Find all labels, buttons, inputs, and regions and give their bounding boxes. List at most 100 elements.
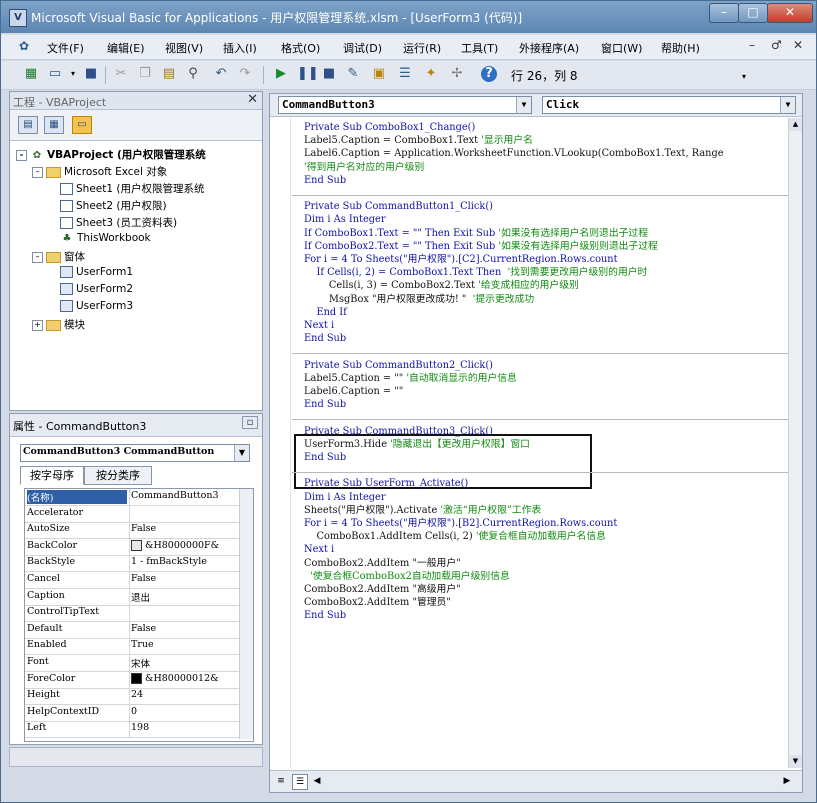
object-selector[interactable]: CommandButton3 CommandButton ▼	[20, 444, 250, 462]
procedure-view-icon[interactable]: ≡	[274, 774, 288, 788]
collapse-icon[interactable]: –	[32, 166, 43, 178]
property-row[interactable]: Accelerator	[25, 505, 239, 523]
property-value[interactable]: False	[131, 573, 237, 584]
collapse-icon[interactable]: –	[16, 149, 27, 161]
tab-categorized[interactable]: 按分类序	[84, 466, 152, 485]
toolbar-options-icon[interactable]: ▾	[736, 69, 752, 85]
property-value[interactable]: 宋体	[131, 656, 237, 670]
code-line[interactable]: Label5.Caption = "" '自动取消显示的用户信息	[304, 373, 517, 385]
chevron-down-icon[interactable]: ▼	[234, 445, 249, 461]
code-line[interactable]: End Sub	[304, 610, 346, 622]
excel-view-icon[interactable]: ✿	[19, 39, 35, 53]
code-line[interactable]: Cells(i, 3) = ComboBox2.Text '给变成相应的用户级别	[304, 280, 579, 292]
code-line[interactable]: End Sub	[304, 452, 346, 464]
code-line[interactable]: ComboBox2.AddItem "一般用户"	[304, 558, 461, 570]
maximize-button[interactable]: □	[738, 3, 768, 23]
code-line[interactable]: Dim i As Integer	[304, 492, 386, 504]
property-value[interactable]: &H8000000F&	[131, 539, 237, 551]
property-row[interactable]: ControlTipText	[25, 605, 239, 623]
code-line[interactable]: End If	[304, 307, 346, 319]
code-line[interactable]: ComboBox2.AddItem "管理员"	[304, 597, 451, 609]
menu-help[interactable]: 帮助(H)	[661, 40, 700, 56]
chevron-down-icon[interactable]: ▼	[780, 97, 795, 113]
undo-icon[interactable]: ↶	[213, 66, 229, 82]
menu-window[interactable]: 窗口(W)	[601, 40, 642, 56]
property-row[interactable]: HelpContextID 0	[25, 704, 239, 722]
code-line[interactable]: Label6.Caption = ""	[304, 386, 403, 398]
code-line[interactable]: Dim i As Integer	[304, 214, 386, 226]
code-line[interactable]: Label5.Caption = ComboBox1.Text '显示用户名	[304, 135, 533, 147]
property-row[interactable]: Left 198	[25, 721, 239, 739]
title-bar[interactable]: V Microsoft Visual Basic for Application…	[1, 1, 816, 33]
property-scrollbar[interactable]	[239, 489, 253, 739]
properties-icon[interactable]: ☰	[397, 66, 413, 82]
design-mode-icon[interactable]: ✎	[345, 66, 361, 82]
menu-addins[interactable]: 外接程序(A)	[519, 40, 579, 56]
scroll-right-icon[interactable]: ▶	[780, 774, 794, 788]
code-line[interactable]: If Cells(i, 2) = ComboBox1.Text Then '找到…	[304, 267, 647, 279]
margin-indicator-bar[interactable]	[270, 118, 291, 768]
tree-node-sheet1[interactable]: Sheet1 (用户权限管理系统	[60, 181, 204, 196]
tree-node-vbaproject[interactable]: – ✿ VBAProject (用户权限管理系统	[16, 147, 206, 162]
project-explorer-icon[interactable]: ▣	[371, 66, 387, 82]
menu-edit[interactable]: 编辑(E)	[107, 40, 145, 56]
tree-node-modules[interactable]: + 模块	[32, 317, 85, 332]
tree-node-sheet3[interactable]: Sheet3 (员工资料表)	[60, 215, 177, 230]
reset-icon[interactable]: ■	[321, 66, 337, 82]
property-row[interactable]: AutoSize False	[25, 522, 239, 540]
property-value[interactable]: True	[131, 639, 237, 650]
doc-close-button[interactable]: ✕	[793, 38, 803, 52]
view-object-icon[interactable]: ▦	[44, 116, 64, 134]
menu-insert[interactable]: 插入(I)	[223, 40, 257, 56]
code-line[interactable]: For i = 4 To Sheets("用户权限").[B2].Current…	[304, 518, 617, 530]
code-line[interactable]: Sheets("用户权限").Activate '激活“用户权限”工作表	[304, 505, 541, 517]
cut-icon[interactable]: ✂	[113, 66, 129, 82]
menu-format[interactable]: 格式(O)	[281, 40, 320, 56]
break-icon[interactable]: ❚❚	[297, 66, 319, 82]
code-line[interactable]: Private Sub UserForm_Activate()	[304, 478, 468, 490]
paste-icon[interactable]: ▤	[161, 66, 177, 82]
minimize-button[interactable]: –	[709, 3, 739, 23]
menu-debug[interactable]: 调试(D)	[343, 40, 382, 56]
menu-tools[interactable]: 工具(T)	[461, 40, 498, 56]
property-value[interactable]: 24	[131, 689, 237, 700]
toggle-folders-icon[interactable]: ▭	[72, 116, 92, 134]
tree-node-userform2[interactable]: UserForm2	[60, 283, 133, 295]
expand-icon[interactable]: +	[32, 319, 43, 331]
code-line[interactable]: Private Sub CommandButton2_Click()	[304, 360, 493, 372]
code-line[interactable]: ComboBox1.AddItem Cells(i, 2) '使复合框自动加载用…	[304, 531, 605, 543]
property-value[interactable]: 1 - fmBackStyle	[131, 556, 237, 567]
save-icon[interactable]: ■	[83, 66, 99, 82]
code-line[interactable]: Next i	[304, 320, 334, 332]
property-row[interactable]: Cancel False	[25, 572, 239, 589]
dropdown-arrow-icon[interactable]: ▾	[65, 66, 81, 82]
procedure-dropdown[interactable]: Click ▼	[542, 96, 796, 114]
menu-file[interactable]: 文件(F)	[47, 40, 84, 56]
code-line[interactable]: '使复合框ComboBox2自动加载用户级别信息	[304, 571, 510, 583]
property-value[interactable]: CommandButton3	[131, 490, 237, 501]
code-line[interactable]: If ComboBox1.Text = "" Then Exit Sub '如果…	[304, 228, 648, 240]
code-line[interactable]: End Sub	[304, 175, 346, 187]
property-row[interactable]: Height 24	[25, 688, 239, 706]
code-line[interactable]: Private Sub ComboBox1_Change()	[304, 122, 475, 134]
tree-node-userform1[interactable]: UserForm1	[60, 266, 133, 278]
toolbox-icon[interactable]: ✢	[449, 66, 465, 82]
menu-run[interactable]: 运行(R)	[403, 40, 441, 56]
view-code-icon[interactable]: ▤	[18, 116, 38, 134]
scroll-down-icon[interactable]: ▼	[789, 755, 802, 768]
property-row[interactable]: Caption 退出	[25, 588, 239, 606]
code-line[interactable]: Private Sub CommandButton3_Click()	[304, 426, 493, 438]
property-value[interactable]: False	[131, 523, 237, 534]
code-line[interactable]: Private Sub CommandButton1_Click()	[304, 201, 493, 213]
tree-node-sheet2[interactable]: Sheet2 (用户权限)	[60, 198, 167, 213]
code-line[interactable]: For i = 4 To Sheets("用户权限").[C2].Current…	[304, 254, 618, 266]
tree-node-thisworkbook[interactable]: ♣ ThisWorkbook	[60, 232, 151, 244]
property-value[interactable]: 0	[131, 706, 237, 717]
close-icon[interactable]: ✕	[247, 92, 258, 107]
tree-node-excel-objects[interactable]: – Microsoft Excel 对象	[32, 164, 167, 179]
close-button[interactable]: ✕	[767, 3, 813, 23]
excel-icon[interactable]: ▦	[23, 66, 39, 82]
property-row[interactable]: Default False	[25, 621, 239, 639]
code-line[interactable]: End Sub	[304, 399, 346, 411]
insert-userform-icon[interactable]: ▭	[47, 66, 63, 82]
